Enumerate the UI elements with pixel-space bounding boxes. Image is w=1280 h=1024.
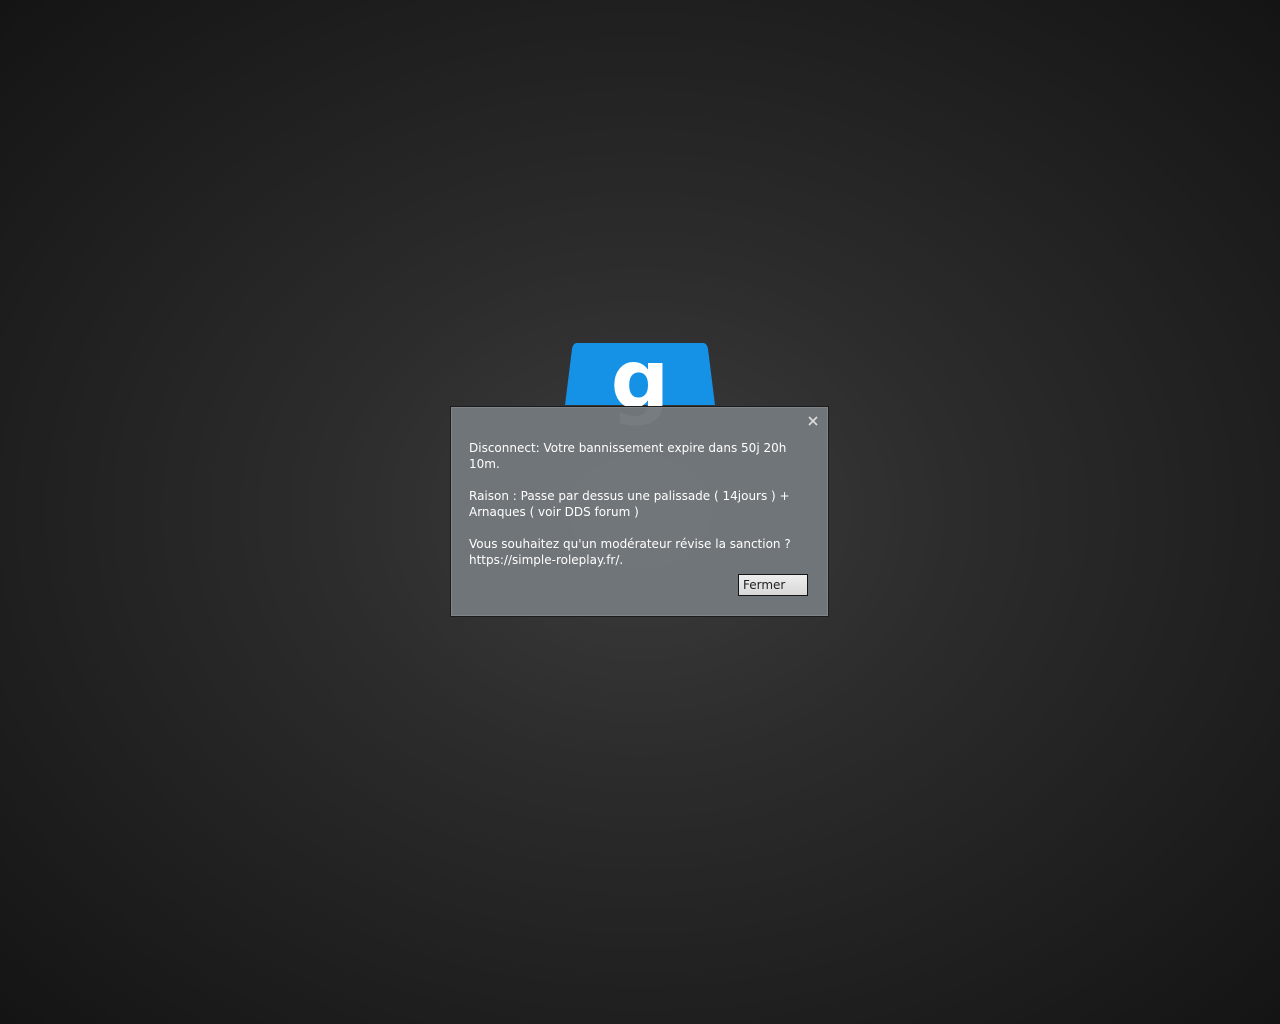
ban-expiry-text: Disconnect: Votre bannissement expire da… [469, 441, 787, 471]
appeal-text: Vous souhaitez qu'un modérateur révise l… [469, 537, 791, 567]
dialog-message: Disconnect: Votre bannissement expire da… [469, 440, 814, 584]
close-button[interactable]: Fermer [738, 574, 808, 596]
disconnect-dialog: Disconnect: Votre bannissement expire da… [450, 406, 829, 617]
ban-reason-text: Raison : Passe par dessus une palissade … [469, 489, 790, 519]
close-icon[interactable] [806, 414, 820, 428]
